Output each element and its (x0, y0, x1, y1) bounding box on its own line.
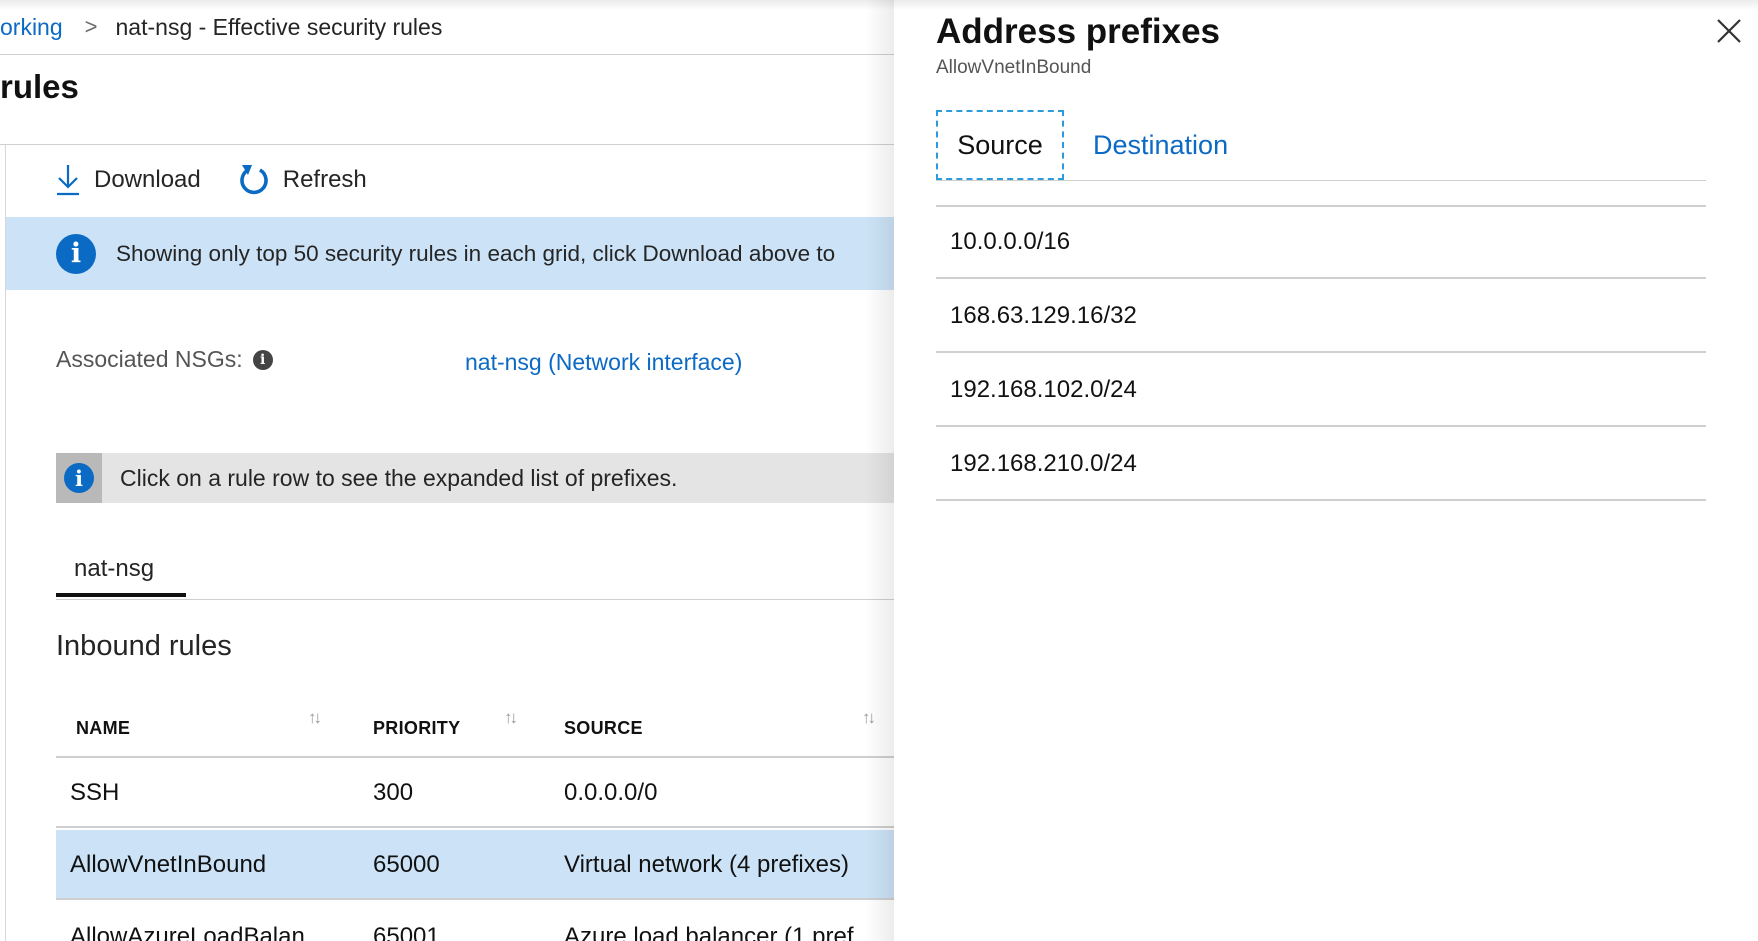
effective-rules-blade: orking > nat-nsg - Effective security ru… (0, 0, 895, 941)
rule-source: Virtual network (4 prefixes) (564, 851, 849, 878)
rule-priority: 65000 (373, 851, 440, 878)
refresh-button[interactable]: Refresh (239, 164, 367, 196)
table-row[interactable]: AllowVnetInBound 65000 Virtual network (… (56, 830, 895, 900)
tab-nat-nsg[interactable]: nat-nsg (56, 551, 186, 597)
rule-name: AllowVnetInBound (70, 851, 267, 878)
address-prefixes-panel: Address prefixes AllowVnetInBound Source… (894, 0, 1758, 941)
column-header-name[interactable]: NAME (76, 700, 130, 756)
inbound-rules-heading: Inbound rules (56, 630, 232, 662)
divider (56, 599, 895, 600)
info-banner: i Showing only top 50 security rules in … (6, 217, 895, 290)
close-icon (1717, 19, 1741, 43)
tab-source[interactable]: Source (936, 110, 1064, 180)
associated-nsgs-label: Associated NSGs: i (56, 346, 273, 373)
sort-icon[interactable]: ↑↓ (308, 708, 322, 728)
info-icon[interactable]: i (252, 349, 273, 370)
active-tab-indicator (56, 593, 186, 597)
associated-nsgs-text: Associated NSGs: (56, 346, 243, 372)
close-button[interactable] (1710, 12, 1746, 48)
hint-banner: i Click on a rule row to see the expande… (56, 453, 895, 503)
refresh-icon (239, 165, 268, 195)
divider (0, 144, 895, 145)
info-banner-text: Showing only top 50 security rules in ea… (116, 240, 836, 266)
list-item: 168.63.129.16/32 (936, 281, 1706, 353)
info-icon: i (64, 463, 94, 493)
list-item: 192.168.102.0/24 (936, 355, 1706, 427)
rule-source: 0.0.0.0/0 (564, 779, 658, 806)
column-header-priority[interactable]: PRIORITY (373, 700, 460, 756)
refresh-label: Refresh (282, 166, 367, 193)
divider (936, 180, 1706, 181)
download-label: Download (94, 166, 201, 193)
tab-destination[interactable]: Destination (1093, 110, 1228, 180)
list-item: 10.0.0.0/16 (936, 207, 1706, 279)
rule-priority: 300 (373, 779, 414, 806)
rule-name: AllowAzureLoadBalan (70, 923, 305, 941)
info-icon: i (56, 233, 96, 274)
associated-nsg-link[interactable]: nat-nsg (Network interface) (465, 349, 742, 376)
breadcrumb-separator: > (84, 14, 98, 39)
inbound-rules-header: NAME ↑↓ PRIORITY ↑↓ SOURCE ↑↓ (56, 700, 895, 756)
rule-name: SSH (70, 779, 120, 806)
download-button[interactable]: Download (56, 163, 201, 197)
breadcrumb-current: nat-nsg - Effective security rules (115, 13, 443, 40)
panel-shadow (865, 0, 895, 941)
hint-text: Click on a rule row to see the expanded … (120, 464, 678, 491)
panel-subtitle: AllowVnetInBound (936, 57, 1092, 78)
list-item: 192.168.210.0/24 (936, 429, 1706, 501)
rule-priority: 65001 (373, 923, 440, 941)
column-header-source[interactable]: SOURCE (564, 700, 643, 756)
page-title: rules (0, 68, 79, 105)
breadcrumb-parent-link[interactable]: orking (0, 14, 63, 41)
rule-source: Azure load balancer (1 pref (564, 923, 854, 941)
panel-title: Address prefixes (936, 12, 1221, 51)
divider (0, 54, 895, 55)
download-icon (57, 165, 79, 196)
command-bar: Download Refresh (56, 160, 405, 200)
hint-icon-box: i (56, 453, 102, 503)
sort-icon[interactable]: ↑↓ (504, 708, 518, 728)
table-row[interactable]: SSH 300 0.0.0.0/0 (56, 758, 895, 828)
breadcrumb: orking > nat-nsg - Effective security ru… (0, 12, 442, 42)
table-row[interactable]: AllowAzureLoadBalan 65001 Azure load bal… (56, 902, 895, 941)
